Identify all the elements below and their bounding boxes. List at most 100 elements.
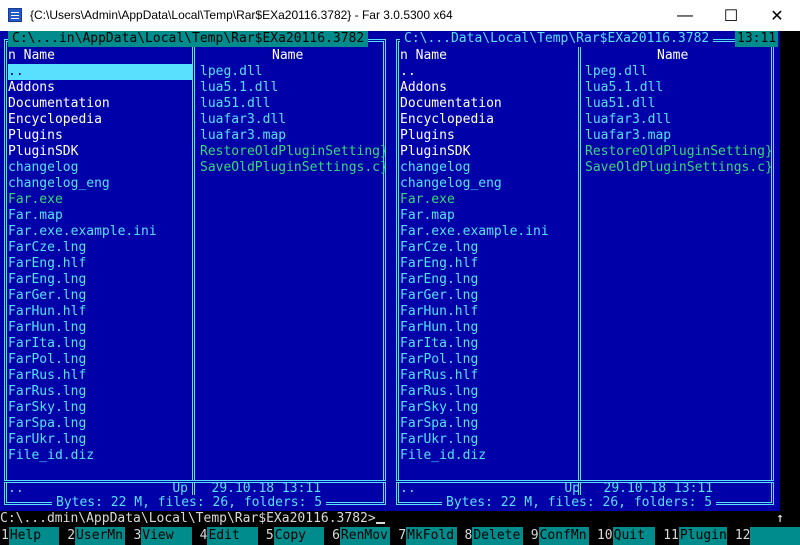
file-list-item[interactable]: FarPol.lng [8,352,192,368]
fkey-8[interactable]: 8 Delete [464,527,530,545]
left-file-panel[interactable]: C:\...in\AppData\Local\Temp\Rar$EXa20116… [0,31,392,511]
file-list-item[interactable]: RestoreOldPluginSetting} [585,144,771,160]
file-list-item[interactable]: FarSpa.lng [8,416,192,432]
file-list-item[interactable]: changelog_eng [400,176,578,192]
column-header[interactable]: Name [200,48,386,64]
file-list-item[interactable]: Documentation [8,96,192,112]
file-list-item[interactable]: FarRus.hlf [400,368,578,384]
file-list-item[interactable]: FarSpa.lng [400,416,578,432]
file-list-item[interactable]: lpeg.dll [200,64,386,80]
fkey-number: 1 [1,528,9,543]
file-list-item[interactable]: FarEng.lng [8,272,192,288]
file-list-item[interactable]: Far.exe.example.ini [8,224,192,240]
file-list-item[interactable]: Plugins [8,128,192,144]
file-list-item[interactable]: FarHun.hlf [400,304,578,320]
file-list-item[interactable]: lua51.dll [585,96,771,112]
fkey-2[interactable]: 2 UserMn [66,527,132,545]
file-list-item[interactable]: Encyclopedia [400,112,578,128]
file-list-item[interactable]: Documentation [400,96,578,112]
file-list-item[interactable]: changelog [400,160,578,176]
file-list-item[interactable]: FarCze.lng [8,240,192,256]
fkey-number: 11 [663,528,679,543]
file-list-item[interactable]: luafar3.map [585,128,771,144]
file-list-item[interactable]: FarUkr.lng [400,432,578,448]
fkey-label: Copy [273,527,325,545]
file-list-item[interactable]: lua5.1.dll [200,80,386,96]
file-list-item[interactable]: .. [400,64,578,80]
file-list-item[interactable]: Far.exe [8,192,192,208]
fkey-label: Delete [472,527,523,545]
right-file-panel[interactable]: C:\...Data\Local\Temp\Rar$EXa20116.3782 … [392,31,780,511]
fkey-6[interactable]: 6 RenMov [331,527,397,545]
file-list-item[interactable]: Far.map [400,208,578,224]
close-button[interactable]: ✕ [754,0,800,31]
command-prompt: C:\...dmin\AppData\Local\Temp\Rar$EXa201… [0,511,376,526]
file-list-item[interactable]: Addons [400,80,578,96]
file-list-item[interactable]: SaveOldPluginSettings.c} [200,160,386,176]
command-line[interactable]: C:\...dmin\AppData\Local\Temp\Rar$EXa201… [0,511,800,527]
fkey-number: 8 [464,528,473,543]
file-list-item[interactable]: luafar3.map [200,128,386,144]
file-list-item[interactable]: changelog [8,160,192,176]
file-list-item[interactable]: FarGer.lng [400,288,578,304]
file-list-item[interactable]: Far.exe [400,192,578,208]
file-list-item[interactable]: SaveOldPluginSettings.c} [585,160,771,176]
file-list-item[interactable]: File_id.diz [400,448,578,464]
column-header[interactable]: n Name [400,48,578,64]
file-list-item[interactable]: Addons [8,80,192,96]
file-list-item[interactable]: FarGer.lng [8,288,192,304]
file-list-item[interactable]: FarRus.lng [400,384,578,400]
fkey-number: 4 [199,528,208,543]
column-header[interactable]: n Name [8,48,192,64]
file-list-item[interactable]: FarHun.lng [400,320,578,336]
fkey-number: 9 [530,528,539,543]
fkey-10[interactable]: 10 Quit [596,527,662,545]
fkey-label: View [141,527,192,545]
fkey-4[interactable]: 4 Edit [199,527,265,545]
file-list-item[interactable]: FarUkr.lng [8,432,192,448]
file-list-item[interactable]: PluginSDK [400,144,578,160]
file-list-item[interactable]: luafar3.dll [200,112,386,128]
minimize-button[interactable]: — [662,0,708,31]
panel-path-title[interactable]: C:\...Data\Local\Temp\Rar$EXa20116.3782 [400,31,714,47]
maximize-button[interactable]: ☐ [708,0,754,31]
file-list-item[interactable]: FarSky.lng [400,400,578,416]
fkey-label: UserMn [75,527,126,545]
file-list-item[interactable]: changelog_eng [8,176,192,192]
file-list-item[interactable]: Far.map [8,208,192,224]
file-list-item[interactable]: FarRus.lng [8,384,192,400]
fkey-5[interactable]: 5 Copy [265,527,331,545]
file-list-item[interactable]: FarIta.lng [8,336,192,352]
file-list-item[interactable]: FarSky.lng [8,400,192,416]
scroll-up-icon[interactable]: ↑ [776,511,784,527]
file-list-item[interactable]: FarEng.hlf [400,256,578,272]
file-list-item[interactable]: Far.exe.example.ini [400,224,578,240]
fkey-12[interactable]: 12 [734,527,800,545]
fkey-3[interactable]: 3 View [132,527,198,545]
panel-path-title[interactable]: C:\...in\AppData\Local\Temp\Rar$EXa20116… [8,31,369,47]
file-list-item[interactable]: File_id.diz [8,448,192,464]
file-list-item[interactable]: Encyclopedia [8,112,192,128]
file-list-item[interactable]: FarEng.lng [400,272,578,288]
fkey-1[interactable]: 1 Help [0,527,66,545]
file-list-item[interactable]: lua5.1.dll [585,80,771,96]
file-list-item[interactable]: RestoreOldPluginSetting} [200,144,386,160]
file-list-item[interactable]: .. [8,64,192,80]
file-list-item[interactable]: FarRus.hlf [8,368,192,384]
fkey-7[interactable]: 7 MkFold [397,527,463,545]
file-list-item[interactable]: FarHun.lng [8,320,192,336]
fkey-11[interactable]: 11 Plugin [662,527,734,545]
file-list-item[interactable]: lpeg.dll [585,64,771,80]
file-list-item[interactable]: luafar3.dll [585,112,771,128]
file-list-item[interactable]: FarHun.hlf [8,304,192,320]
file-list-item[interactable]: FarEng.hlf [8,256,192,272]
file-list-item[interactable]: PluginSDK [8,144,192,160]
file-list-item[interactable]: FarIta.lng [400,336,578,352]
column-header[interactable]: Name [585,48,771,64]
file-list-item[interactable]: FarPol.lng [400,352,578,368]
file-list-item[interactable]: FarCze.lng [400,240,578,256]
fkey-label [750,527,800,545]
file-list-item[interactable]: lua51.dll [200,96,386,112]
file-list-item[interactable]: Plugins [400,128,578,144]
fkey-9[interactable]: 9 ConfMn [530,527,596,545]
